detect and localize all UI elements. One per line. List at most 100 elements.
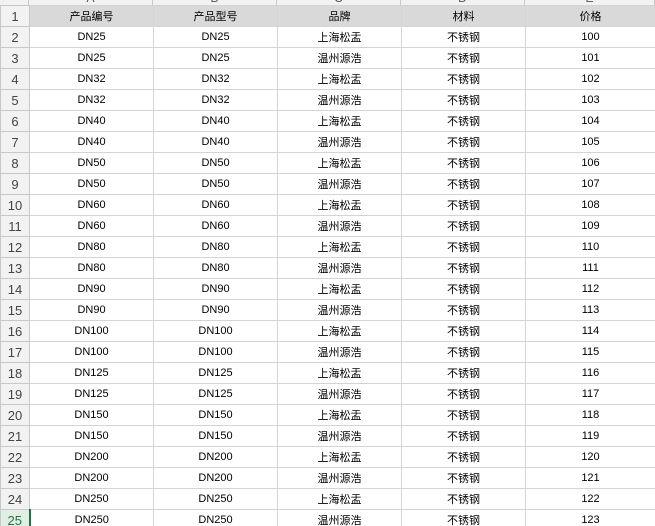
- cell-brand[interactable]: 温州源浩: [277, 47, 402, 69]
- cell-material[interactable]: 不锈钢: [401, 131, 526, 153]
- cell-material[interactable]: 不锈钢: [401, 215, 526, 237]
- cell-price[interactable]: 111: [525, 257, 655, 279]
- cell-brand[interactable]: 上海松盂: [277, 362, 402, 384]
- cell-product-model[interactable]: DN50: [153, 152, 278, 174]
- row-number[interactable]: 10: [0, 194, 30, 216]
- cell-brand[interactable]: 上海松盂: [277, 194, 402, 216]
- cell-price[interactable]: 120: [525, 446, 655, 468]
- cell-material[interactable]: 不锈钢: [401, 26, 526, 48]
- row-number[interactable]: 14: [0, 278, 30, 300]
- cell-material[interactable]: 不锈钢: [401, 236, 526, 258]
- cell-material[interactable]: 不锈钢: [401, 509, 526, 526]
- cell-brand[interactable]: 上海松盂: [277, 236, 402, 258]
- cell-product-model[interactable]: DN100: [153, 341, 278, 363]
- row-number[interactable]: 21: [0, 425, 30, 447]
- cell-brand[interactable]: 上海松盂: [277, 68, 402, 90]
- cell-material[interactable]: 不锈钢: [401, 47, 526, 69]
- cell-brand[interactable]: 温州源浩: [277, 257, 402, 279]
- cell-product-model[interactable]: DN80: [153, 236, 278, 258]
- cell-product-code[interactable]: DN200: [29, 467, 154, 489]
- cell-product-code[interactable]: DN40: [29, 131, 154, 153]
- cell-material[interactable]: 不锈钢: [401, 194, 526, 216]
- cell-product-model[interactable]: DN80: [153, 257, 278, 279]
- cell-material[interactable]: 不锈钢: [401, 383, 526, 405]
- row-number[interactable]: 3: [0, 47, 30, 69]
- cell-brand[interactable]: 上海松盂: [277, 152, 402, 174]
- row-number[interactable]: 1: [0, 5, 30, 27]
- cell-product-model[interactable]: DN32: [153, 89, 278, 111]
- cell-product-model[interactable]: DN40: [153, 110, 278, 132]
- row-number[interactable]: 5: [0, 89, 30, 111]
- cell-brand[interactable]: 上海松盂: [277, 26, 402, 48]
- row-number[interactable]: 22: [0, 446, 30, 468]
- cell-price[interactable]: 100: [525, 26, 655, 48]
- cell-product-code[interactable]: DN200: [29, 446, 154, 468]
- cell-product-code[interactable]: DN25: [29, 47, 154, 69]
- row-number[interactable]: 19: [0, 383, 30, 405]
- cell-product-model[interactable]: DN40: [153, 131, 278, 153]
- cell-product-model[interactable]: DN200: [153, 446, 278, 468]
- header-cell-brand[interactable]: 品牌: [277, 5, 402, 27]
- cell-material[interactable]: 不锈钢: [401, 404, 526, 426]
- cell-product-model[interactable]: DN125: [153, 362, 278, 384]
- cell-product-code[interactable]: DN250: [29, 509, 154, 526]
- header-cell-product-model[interactable]: 产品型号: [153, 5, 278, 27]
- cell-price[interactable]: 113: [525, 299, 655, 321]
- cell-product-code[interactable]: DN100: [29, 341, 154, 363]
- cell-product-code[interactable]: DN80: [29, 236, 154, 258]
- cell-brand[interactable]: 上海松盂: [277, 110, 402, 132]
- cell-product-code[interactable]: DN125: [29, 362, 154, 384]
- cell-product-model[interactable]: DN32: [153, 68, 278, 90]
- cell-product-code[interactable]: DN60: [29, 215, 154, 237]
- cell-brand[interactable]: 温州源浩: [277, 215, 402, 237]
- cell-material[interactable]: 不锈钢: [401, 152, 526, 174]
- cell-product-code[interactable]: DN40: [29, 110, 154, 132]
- cell-brand[interactable]: 温州源浩: [277, 341, 402, 363]
- cell-product-model[interactable]: DN60: [153, 194, 278, 216]
- cell-price[interactable]: 102: [525, 68, 655, 90]
- row-number[interactable]: 16: [0, 320, 30, 342]
- cell-material[interactable]: 不锈钢: [401, 446, 526, 468]
- cell-product-code[interactable]: DN100: [29, 320, 154, 342]
- cell-product-code[interactable]: DN250: [29, 488, 154, 510]
- cell-material[interactable]: 不锈钢: [401, 425, 526, 447]
- header-cell-material[interactable]: 材料: [401, 5, 526, 27]
- cell-product-model[interactable]: DN125: [153, 383, 278, 405]
- cell-price[interactable]: 106: [525, 152, 655, 174]
- cell-price[interactable]: 105: [525, 131, 655, 153]
- cell-product-code[interactable]: DN25: [29, 26, 154, 48]
- cell-material[interactable]: 不锈钢: [401, 173, 526, 195]
- row-number[interactable]: 18: [0, 362, 30, 384]
- cell-product-code[interactable]: DN80: [29, 257, 154, 279]
- cell-product-model[interactable]: DN60: [153, 215, 278, 237]
- row-number[interactable]: 9: [0, 173, 30, 195]
- cell-product-model[interactable]: DN250: [153, 488, 278, 510]
- row-number[interactable]: 20: [0, 404, 30, 426]
- cell-price[interactable]: 123: [525, 509, 655, 526]
- header-cell-price[interactable]: 价格: [525, 5, 655, 27]
- cell-price[interactable]: 112: [525, 278, 655, 300]
- cell-price[interactable]: 118: [525, 404, 655, 426]
- cell-material[interactable]: 不锈钢: [401, 68, 526, 90]
- cell-material[interactable]: 不锈钢: [401, 362, 526, 384]
- cell-brand[interactable]: 温州源浩: [277, 383, 402, 405]
- cell-product-code[interactable]: DN150: [29, 425, 154, 447]
- cell-material[interactable]: 不锈钢: [401, 110, 526, 132]
- cell-price[interactable]: 110: [525, 236, 655, 258]
- row-number[interactable]: 12: [0, 236, 30, 258]
- cell-price[interactable]: 109: [525, 215, 655, 237]
- cell-price[interactable]: 122: [525, 488, 655, 510]
- cell-material[interactable]: 不锈钢: [401, 488, 526, 510]
- cell-product-model[interactable]: DN25: [153, 26, 278, 48]
- cell-material[interactable]: 不锈钢: [401, 278, 526, 300]
- cell-product-code[interactable]: DN90: [29, 278, 154, 300]
- cell-material[interactable]: 不锈钢: [401, 467, 526, 489]
- cell-product-model[interactable]: DN90: [153, 299, 278, 321]
- cell-brand[interactable]: 上海松盂: [277, 404, 402, 426]
- cell-price[interactable]: 104: [525, 110, 655, 132]
- cell-brand[interactable]: 温州源浩: [277, 509, 402, 526]
- cell-brand[interactable]: 温州源浩: [277, 299, 402, 321]
- cell-price[interactable]: 101: [525, 47, 655, 69]
- row-number[interactable]: 25: [0, 509, 31, 526]
- cell-product-model[interactable]: DN100: [153, 320, 278, 342]
